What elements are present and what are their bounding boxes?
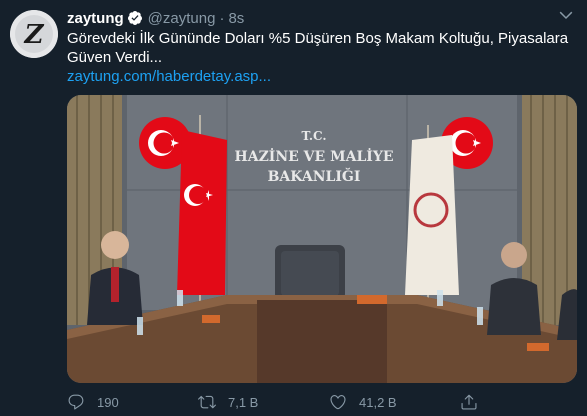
like-icon [330, 395, 346, 410]
person-right [501, 242, 527, 268]
reply-button[interactable]: 190 [67, 393, 198, 411]
tweet-photo[interactable]: T.C. HAZİNE VE MALİYE BAKANLIĞI [67, 95, 577, 383]
svg-text:Z: Z [24, 20, 45, 50]
share-icon [461, 394, 477, 410]
more-icon[interactable] [555, 4, 577, 26]
tweet-link[interactable]: zaytung.com/haberdetay.asp... [67, 67, 271, 86]
tweet-actions: 190 7,1 B 41,2 B [67, 391, 572, 413]
separator-dot: · [219, 9, 225, 27]
meeting-room-photo: T.C. HAZİNE VE MALİYE BAKANLIĞI [67, 95, 577, 383]
turkish-flag [177, 130, 227, 295]
avatar[interactable]: Z [10, 10, 58, 58]
reply-icon [68, 394, 84, 410]
like-count: 41,2 B [359, 394, 397, 410]
zaytung-logo: Z [10, 10, 58, 58]
tweet-time[interactable]: 8s [228, 10, 244, 27]
person-left [101, 231, 129, 259]
like-button[interactable]: 41,2 B [329, 393, 460, 411]
reply-count: 190 [97, 394, 119, 410]
author-handle[interactable]: @zaytung [148, 10, 216, 27]
tweet-text: Görevdeki İlk Gününde Doları %5 Düşüren … [67, 30, 569, 66]
retweet-count: 7,1 B [228, 394, 259, 410]
svg-text:HAZİNE VE MALİYE: HAZİNE VE MALİYE [234, 146, 393, 165]
retweet-icon [198, 395, 216, 409]
author-name[interactable]: zaytung [67, 10, 124, 27]
tweet-header: zaytung @zaytung · 8s [67, 8, 577, 28]
retweet-button[interactable]: 7,1 B [198, 393, 329, 411]
share-button[interactable] [460, 393, 490, 411]
ministry-flag [405, 135, 459, 295]
verified-icon [127, 10, 143, 26]
svg-text:T.C.: T.C. [301, 129, 326, 143]
svg-text:BAKANLIĞI: BAKANLIĞI [268, 167, 361, 185]
